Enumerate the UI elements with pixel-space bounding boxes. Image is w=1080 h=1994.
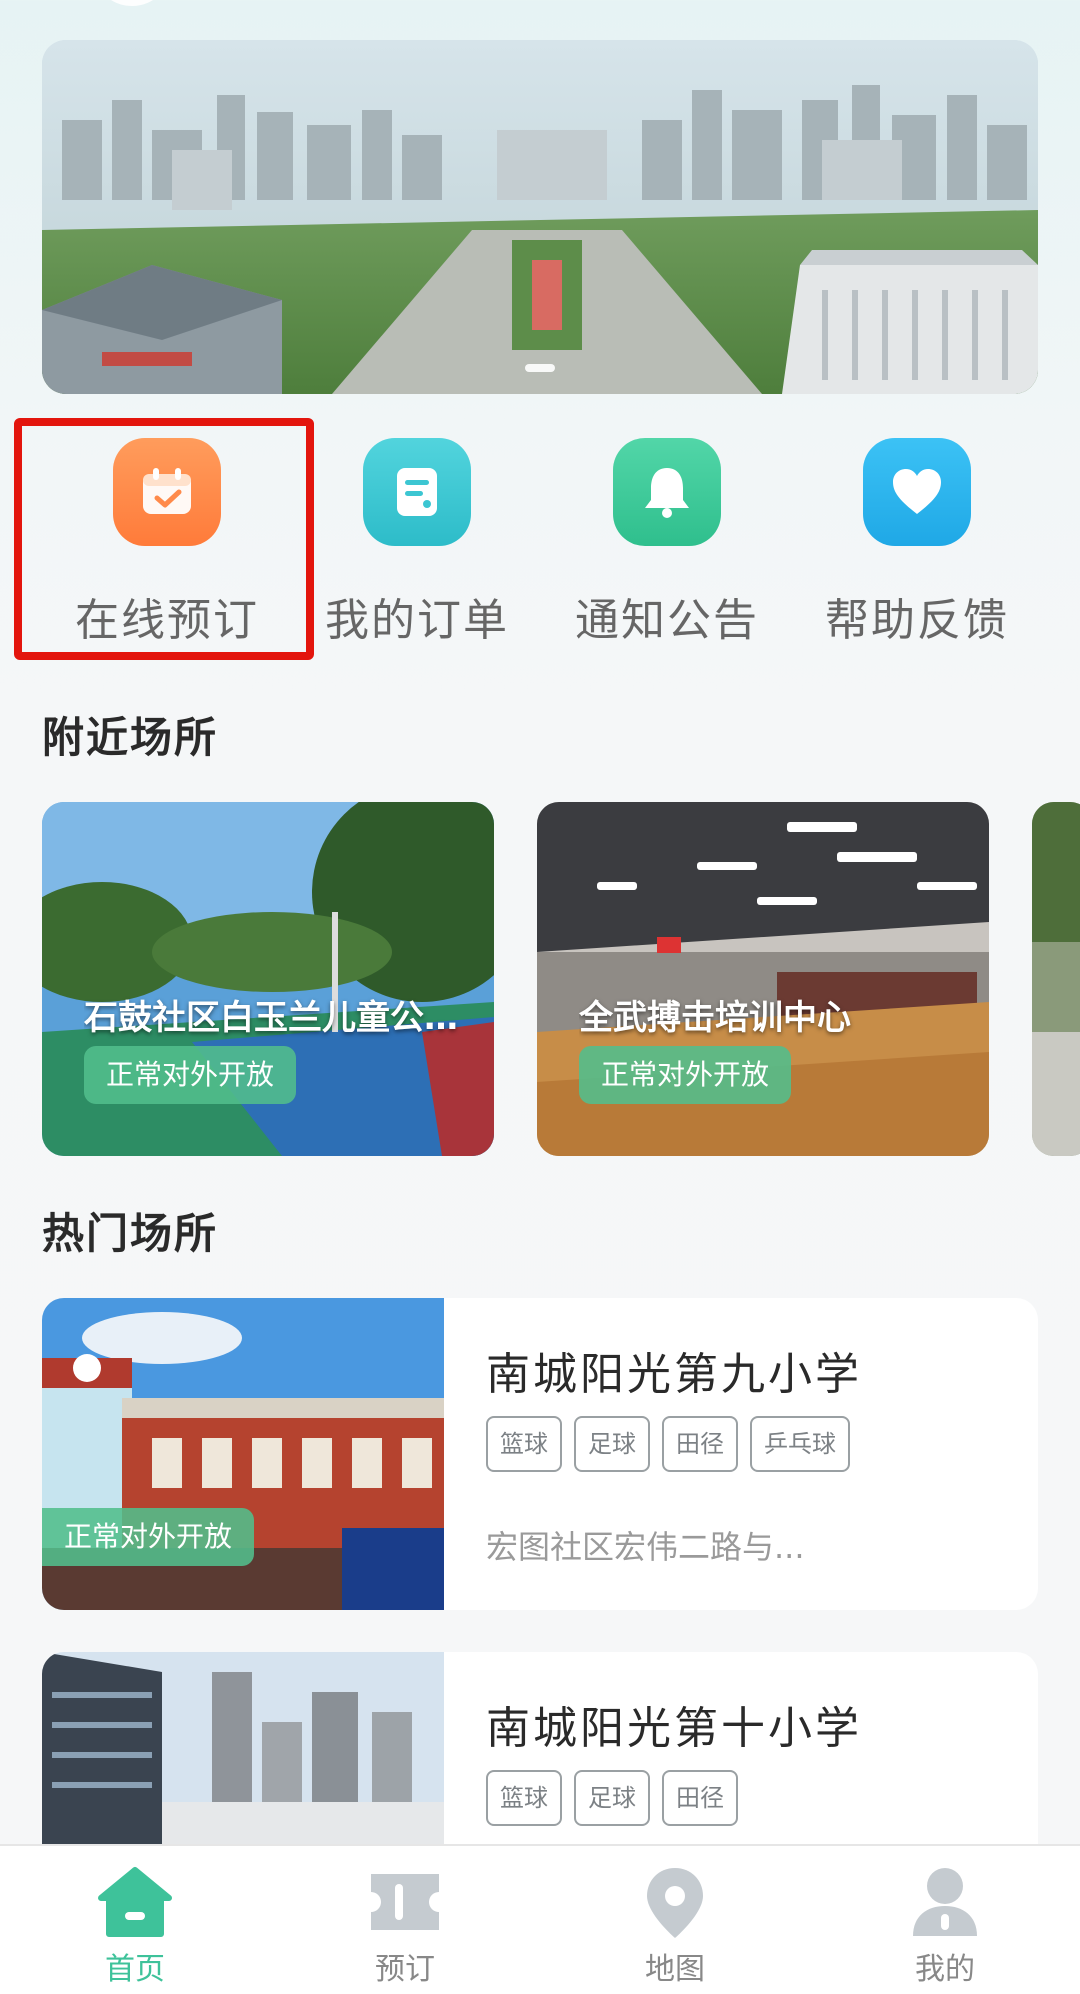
venue-title: 南城阳光第九小学 (486, 1349, 862, 1400)
nav-home[interactable]: 首页 (0, 1846, 270, 1994)
sport-tag: 篮球 (486, 1416, 562, 1472)
carousel-dot-active (525, 364, 555, 372)
banner-city-image (42, 40, 1038, 394)
nav-mine[interactable]: 我的 (810, 1846, 1080, 1994)
hot-venue-card[interactable]: 正常对外开放 南城阳光第九小学 篮球 足球 田径 乒乓球 宏图社区宏伟二路与..… (42, 1298, 1038, 1610)
quick-actions: 在线预订 我的订单 通知公告 帮助反馈 (0, 420, 1080, 660)
home-icon (95, 1864, 175, 1940)
quick-action-online-booking[interactable]: 在线预订 (42, 420, 292, 660)
venue-photo (1032, 802, 1080, 1156)
venue-photo: 正常对外开放 (42, 1298, 444, 1610)
sport-tag: 足球 (574, 1416, 650, 1472)
status-badge: 正常对外开放 (84, 1046, 297, 1104)
nav-map[interactable]: 地图 (540, 1846, 810, 1994)
order-list-icon (363, 438, 471, 546)
ticket-icon (365, 1864, 445, 1940)
status-badge: 正常对外开放 (579, 1046, 792, 1104)
nearby-venue-card-partial[interactable] (1032, 802, 1080, 1156)
quick-action-label: 我的订单 (325, 595, 509, 646)
hot-venue-card[interactable]: 南城阳光第十小学 篮球 足球 田径 (42, 1652, 1038, 1844)
user-icon (905, 1864, 985, 1940)
hot-section-title: 热门场所 (42, 1209, 219, 1258)
nav-label: 地图 (645, 1952, 705, 1987)
top-avatar-edge (92, 0, 172, 6)
venue-address: 宏图社区宏伟二路与... (486, 1528, 805, 1566)
quick-action-my-orders[interactable]: 我的订单 (292, 420, 542, 660)
nearby-venue-card[interactable]: 石鼓社区白玉兰儿童公园篮球场 正常对外开放 (42, 802, 494, 1156)
venue-title: 南城阳光第十小学 (486, 1703, 862, 1754)
quick-action-label: 帮助反馈 (825, 595, 1009, 646)
map-pin-icon (635, 1864, 715, 1940)
sport-tag: 乒乓球 (750, 1416, 850, 1472)
nav-booking[interactable]: 预订 (270, 1846, 540, 1994)
quick-action-notices[interactable]: 通知公告 (542, 420, 792, 660)
bell-icon (613, 438, 721, 546)
sport-tags: 篮球 足球 田径 乒乓球 (486, 1416, 850, 1472)
nearby-section-title: 附近场所 (42, 713, 219, 762)
nav-label: 预订 (375, 1952, 435, 1987)
carousel-indicator (525, 364, 555, 372)
quick-action-label: 在线预订 (75, 595, 259, 646)
sport-tag: 田径 (662, 1416, 738, 1472)
venue-photo (42, 1652, 444, 1844)
bottom-navigation: 首页 预订 地图 我的 (0, 1844, 1080, 1994)
quick-action-help-feedback[interactable]: 帮助反馈 (792, 420, 1042, 660)
nav-label: 首页 (105, 1952, 165, 1987)
quick-action-label: 通知公告 (575, 595, 759, 646)
nearby-venue-card[interactable]: 全武搏击培训中心 正常对外开放 (537, 802, 989, 1156)
heart-icon (863, 438, 971, 546)
sport-tag: 田径 (662, 1770, 738, 1826)
banner-carousel[interactable] (42, 40, 1038, 394)
sport-tags: 篮球 足球 田径 (486, 1770, 738, 1826)
sport-tag: 篮球 (486, 1770, 562, 1826)
sport-tag: 足球 (574, 1770, 650, 1826)
calendar-check-icon (113, 438, 221, 546)
venue-name: 全武搏击培训中心 (579, 998, 851, 1038)
nav-label: 我的 (915, 1952, 975, 1987)
venue-name: 石鼓社区白玉兰儿童公园篮球场 (84, 998, 464, 1038)
status-badge: 正常对外开放 (42, 1508, 255, 1566)
